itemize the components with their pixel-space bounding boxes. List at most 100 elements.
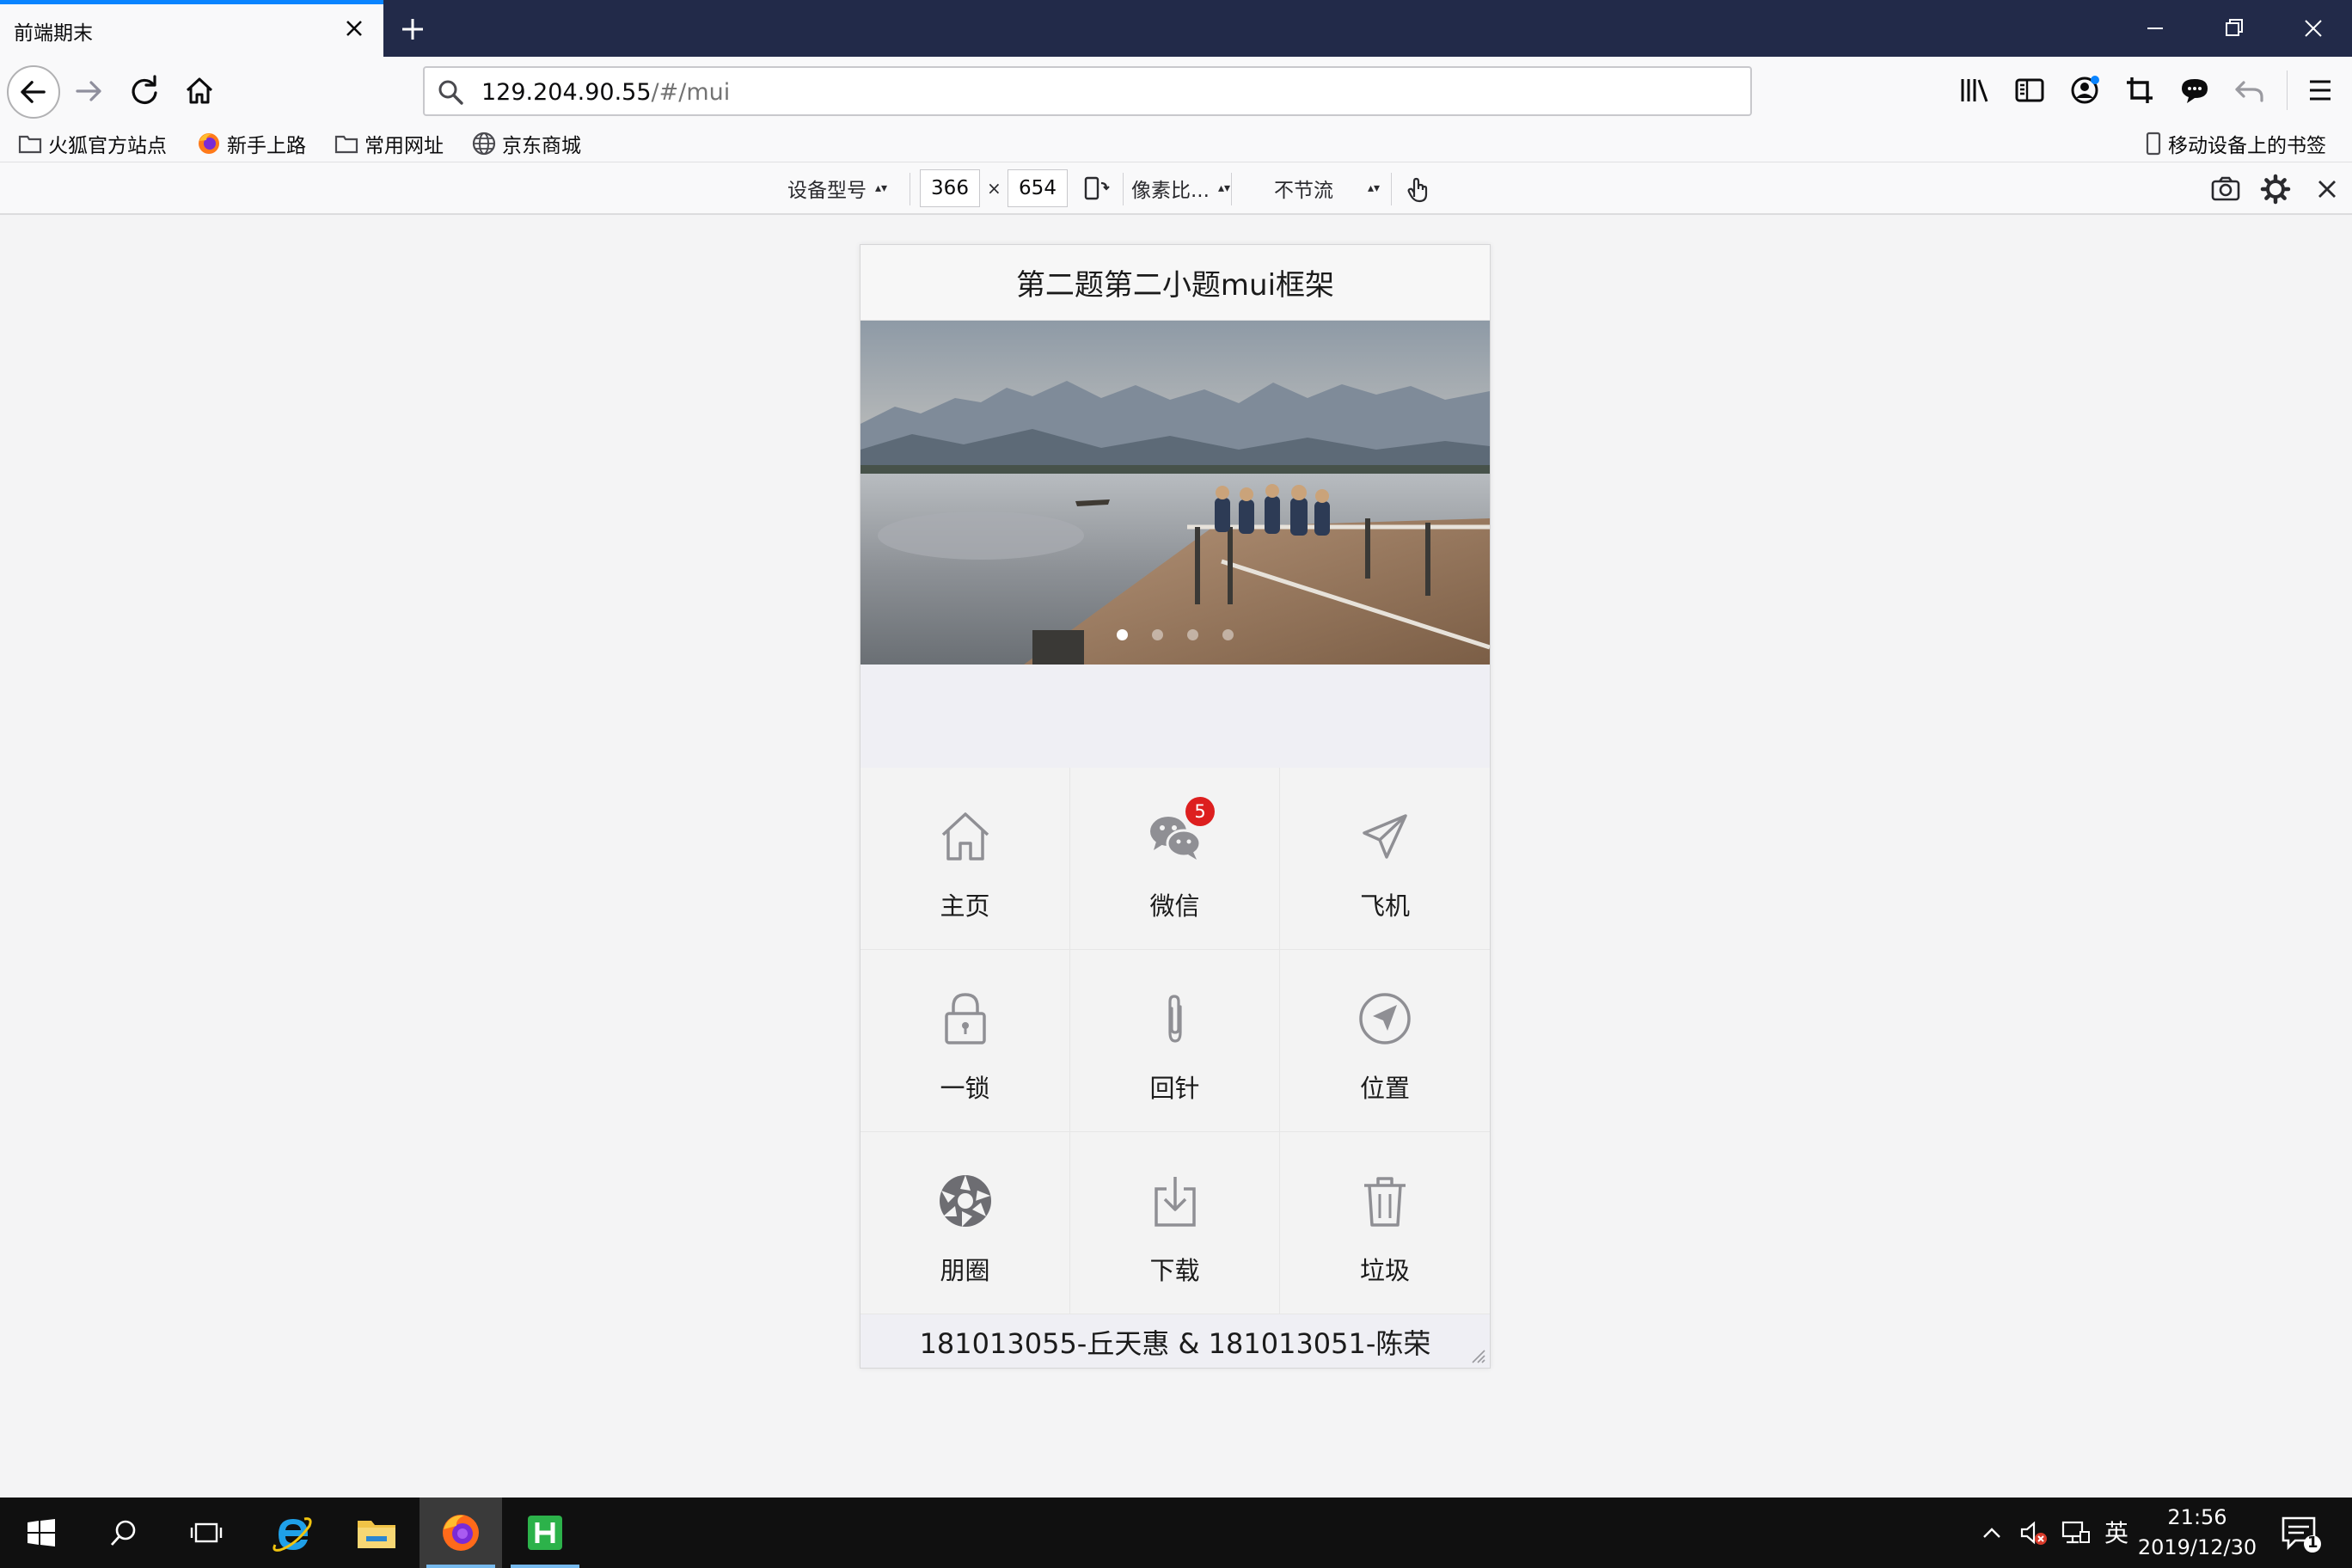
windows-logo-icon — [28, 1519, 55, 1547]
toolbar-divider — [2287, 70, 2288, 110]
action-center-button[interactable]: 1 — [2276, 1510, 2323, 1556]
taskbar-ie[interactable] — [251, 1498, 334, 1568]
resize-handle-icon[interactable] — [1467, 1345, 1486, 1364]
close-window-icon[interactable] — [2294, 9, 2333, 48]
back-arrow-icon — [21, 81, 46, 103]
globe-icon — [472, 132, 496, 156]
grid-item-label: 一锁 — [940, 1074, 990, 1103]
grid-item-label: 垃圾 — [1359, 1256, 1410, 1285]
input-method-indicator[interactable]: 英 — [2104, 1515, 2128, 1549]
restore-icon[interactable] — [2214, 9, 2254, 48]
grid-item-label: 微信 — [1149, 891, 1200, 921]
new-tab-icon[interactable] — [394, 10, 432, 48]
screenshot-crop-icon[interactable] — [2120, 70, 2159, 110]
grid-item-wechat[interactable]: 5 微信 — [1070, 768, 1280, 950]
throttling-label: 不节流 — [1274, 180, 1333, 202]
clock[interactable]: 21:56 2019/12/30 — [2128, 1503, 2266, 1563]
grid-item-location[interactable]: 位置 — [1280, 950, 1490, 1132]
bookmark-item[interactable]: 新手上路 — [196, 129, 306, 158]
select-arrows-icon: ▴▾ — [1368, 181, 1381, 195]
forward-icon[interactable] — [65, 67, 113, 115]
grid-item-plane[interactable]: 飞机 — [1280, 768, 1490, 950]
grid-item-home[interactable]: 主页 — [861, 768, 1070, 950]
taskbar-hbuilder[interactable] — [504, 1498, 586, 1568]
chat-bubble-icon[interactable] — [2175, 70, 2214, 110]
sidebar-icon[interactable] — [2010, 70, 2049, 110]
bookmark-label: 新手上路 — [227, 135, 306, 157]
home-icon — [941, 812, 989, 861]
throttling-select[interactable]: 不节流 ▴▾ — [1274, 171, 1380, 205]
search-icon — [110, 1520, 136, 1546]
back-button[interactable] — [7, 65, 60, 119]
device-select[interactable]: 设备型号 ▴▾ — [787, 171, 887, 205]
grid-item-label: 飞机 — [1359, 891, 1410, 921]
bookmark-label: 京东商城 — [502, 135, 581, 157]
grid-item-label: 回针 — [1149, 1074, 1200, 1103]
navigation-toolbar: 129.204.90.55/#/mui — [0, 57, 2352, 126]
url-text: 129.204.90.55/#/mui — [481, 79, 730, 106]
toolbar-divider — [1123, 173, 1124, 205]
clock-time: 21:56 — [2167, 1505, 2227, 1529]
close-rdm-icon[interactable] — [2309, 171, 2345, 207]
page-title: 第二题第二小题mui框架 — [861, 245, 1490, 321]
screenshot-camera-icon[interactable] — [2208, 171, 2244, 207]
viewport-width-input[interactable]: 366 — [920, 169, 980, 207]
trash-icon — [1364, 1177, 1406, 1227]
task-view-button[interactable] — [165, 1498, 248, 1568]
hbuilder-icon — [528, 1516, 562, 1550]
account-icon[interactable] — [2065, 70, 2104, 110]
grid-item-download[interactable]: 下载 — [1070, 1132, 1280, 1314]
grid-item-label: 位置 — [1359, 1074, 1410, 1103]
slider-pager — [860, 629, 1491, 640]
grid-item-label: 朋圈 — [940, 1256, 990, 1285]
slider-dot[interactable] — [1222, 629, 1234, 640]
url-bar[interactable]: 129.204.90.55/#/mui — [423, 66, 1752, 116]
bookmarks-toolbar: 火狐官方站点 新手上路 常用网址 京东商城 移动设备上的书签 — [0, 126, 2352, 162]
bookmark-item[interactable]: 火狐官方站点 — [17, 129, 167, 158]
toolbar-divider — [1391, 173, 1392, 205]
icon-grid: 主页 5 微信 飞机 一锁 回针 位置 朋圈 下载 垃圾 — [861, 768, 1490, 1314]
grid-item-paperclip[interactable]: 回针 — [1070, 950, 1280, 1132]
settings-gear-icon[interactable] — [2257, 171, 2294, 207]
taskbar-file-explorer[interactable] — [335, 1498, 418, 1568]
reload-icon[interactable] — [120, 67, 168, 115]
folder-icon — [334, 135, 358, 154]
slider-dot[interactable] — [1117, 629, 1128, 640]
rotate-viewport-icon[interactable] — [1078, 171, 1114, 207]
slider-dot[interactable] — [1152, 629, 1163, 640]
taskbar-search-button[interactable] — [83, 1498, 165, 1568]
device-select-label: 设备型号 — [787, 180, 867, 202]
library-icon[interactable] — [1955, 70, 1994, 110]
grid-item-moments[interactable]: 朋圈 — [861, 1132, 1070, 1314]
footer-text: 181013055-丘天惠 & 181013051-陈荣 — [861, 1314, 1490, 1368]
notification-badge: 5 — [1185, 797, 1215, 826]
chevron-up-icon[interactable] — [1975, 1516, 2008, 1549]
bookmark-item[interactable]: 常用网址 — [334, 129, 444, 158]
download-icon — [1155, 1177, 1196, 1227]
slider-dot[interactable] — [1187, 629, 1198, 640]
undo-icon[interactable] — [2230, 70, 2269, 110]
volume-muted-icon[interactable] — [2017, 1516, 2049, 1549]
grid-item-trash[interactable]: 垃圾 — [1280, 1132, 1490, 1314]
home-icon[interactable] — [175, 67, 224, 115]
bookmark-item[interactable]: 京东商城 — [471, 129, 581, 158]
dimension-separator: × — [987, 178, 1001, 199]
touch-simulation-icon[interactable] — [1400, 171, 1436, 207]
minimize-icon[interactable] — [2135, 9, 2175, 48]
taskbar-firefox[interactable] — [420, 1498, 502, 1568]
close-tab-icon[interactable] — [339, 13, 370, 44]
mobile-bookmarks[interactable]: 移动设备上的书签 — [2144, 129, 2326, 158]
viewport-height-input[interactable]: 654 — [1008, 169, 1068, 207]
folder-icon — [18, 135, 42, 154]
location-icon — [1359, 993, 1411, 1044]
start-button[interactable] — [0, 1498, 83, 1568]
pixel-ratio-label: 像素比... — [1131, 180, 1210, 202]
grid-item-lock[interactable]: 一锁 — [861, 950, 1070, 1132]
image-slider[interactable] — [861, 321, 1490, 665]
hamburger-menu-icon[interactable] — [2300, 70, 2340, 110]
network-icon[interactable] — [2060, 1516, 2092, 1549]
browser-tab[interactable]: 前端期末 — [0, 0, 383, 57]
firefox-icon — [199, 133, 219, 154]
mobile-bookmarks-label: 移动设备上的书签 — [2168, 135, 2326, 157]
pixel-ratio-select[interactable]: 像素比... ▴▾ — [1131, 171, 1230, 205]
